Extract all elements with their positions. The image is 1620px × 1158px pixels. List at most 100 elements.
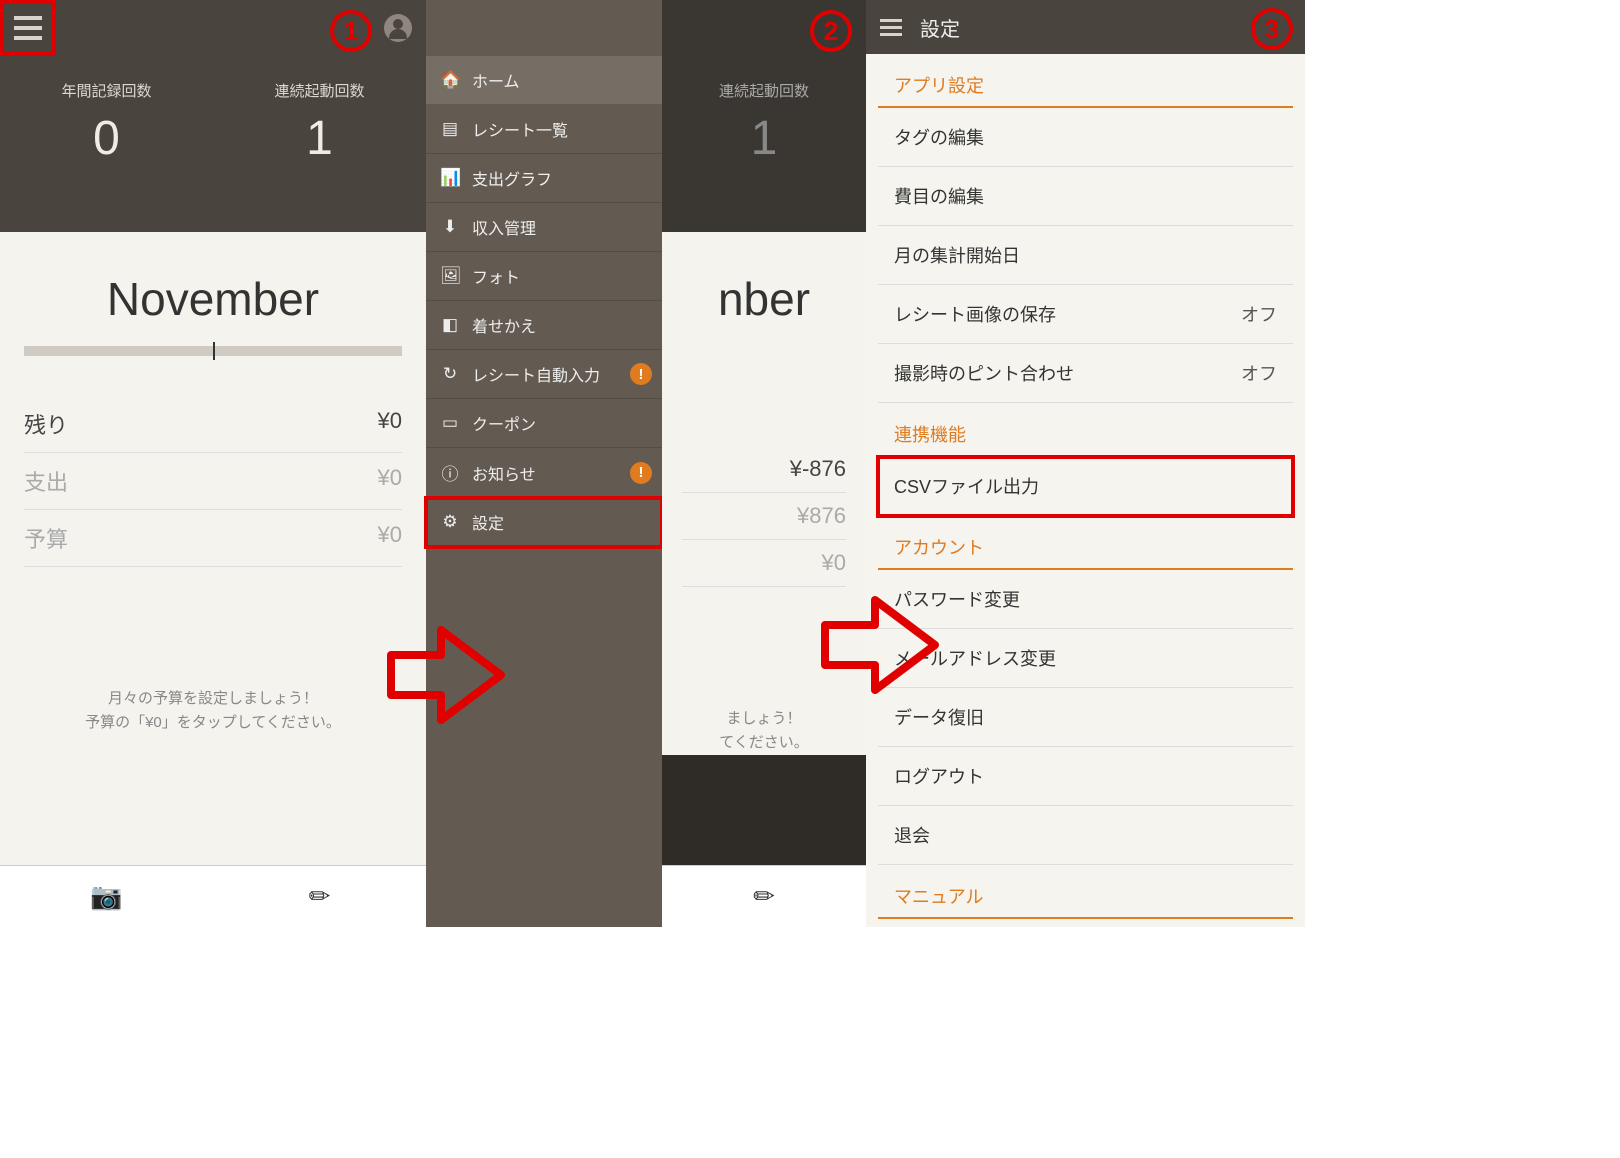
alert-badge: ! — [630, 363, 652, 385]
budget-hint: 月々の予算を設定しましょう！ 予算の「¥0」をタップしてください。 — [24, 687, 402, 735]
stat-yearly-label: 年間記録回数 — [61, 80, 151, 101]
expense-label: 支出 — [24, 465, 68, 497]
setting-row[interactable]: 使い方ガイド — [878, 919, 1293, 927]
back-streak-label: 連続起動回数 — [662, 80, 866, 101]
drawer-item-photo[interactable]: 🖼フォト — [426, 252, 662, 301]
camera-icon: 📷 — [90, 881, 122, 912]
section-header: アカウント — [878, 516, 1293, 570]
auto-input-icon: ↻ — [440, 364, 460, 384]
step-badge-2: 2 — [810, 10, 852, 52]
summary-expense[interactable]: 支出 ¥0 — [24, 453, 402, 510]
setting-row[interactable]: パスワード変更 — [878, 570, 1293, 629]
drawer-item-label: 収入管理 — [472, 215, 536, 239]
hint-line-2: 予算の「¥0」をタップしてください。 — [24, 711, 402, 735]
setting-value: オフ — [1241, 301, 1277, 327]
pencil-icon: ✏ — [309, 881, 331, 912]
drawer-item-settings[interactable]: ⚙設定 — [426, 498, 662, 547]
home-header: 1 年間記録回数 0 連続起動回数 1 — [0, 0, 426, 232]
back-hint-1: ましょう！ — [668, 707, 860, 731]
chart-icon: 📊 — [440, 168, 460, 188]
setting-label: レシート画像の保存 — [894, 301, 1056, 327]
drawer-item-home[interactable]: 🏠 ホーム — [426, 56, 662, 105]
coupon-icon: ▭ — [440, 413, 460, 433]
remaining-value: ¥0 — [378, 408, 402, 440]
setting-label: データ復旧 — [894, 704, 984, 730]
home-body: November 残り ¥0 支出 ¥0 予算 ¥0 月々の予算を設定しましょう… — [0, 232, 426, 865]
setting-row[interactable]: レシート画像の保存 オフ — [878, 285, 1293, 344]
setting-label: 退会 — [894, 822, 930, 848]
annotation-arrow-1 — [386, 620, 506, 730]
back-month-fragment: nber — [662, 272, 866, 326]
menu-button[interactable] — [880, 19, 902, 36]
setting-row[interactable]: 撮影時のピント合わせオフ — [878, 344, 1293, 403]
receipt-list-icon: ▤ — [440, 119, 460, 139]
remaining-label: 残り — [24, 408, 68, 440]
drawer-item-label: ホーム — [472, 68, 520, 92]
drawer-item-auto-input[interactable]: ↻ レシート自動入力! — [426, 350, 662, 399]
step-badge-1: 1 — [330, 10, 372, 52]
drawer-item-label: 設定 — [472, 510, 504, 534]
setting-row[interactable]: CSVファイル出力 — [878, 457, 1293, 516]
setting-row[interactable]: メールアドレス変更 — [878, 629, 1293, 688]
home-icon: 🏠 — [440, 70, 460, 90]
screen-home: 1 年間記録回数 0 連続起動回数 1 November 残り ¥0 支出 — [0, 0, 426, 927]
back-budget: ¥0 — [682, 540, 846, 587]
theme-icon: ◧ — [440, 315, 460, 335]
back-hint-2: てください。 — [668, 731, 860, 755]
nav-drawer: 🏠 ホーム ▤ レシート一覧 📊 支出グラフ ⬇ 収入管理 🖼フォト ◧ 着せかえ ↻ レシート自動入力… — [426, 0, 662, 927]
settings-header: 設定 — [866, 0, 1305, 54]
drawer-item-label: レシート自動入力 — [472, 362, 600, 386]
drawer-item-theme[interactable]: ◧ 着せかえ — [426, 301, 662, 350]
summary-budget[interactable]: 予算 ¥0 — [24, 510, 402, 567]
expense-value: ¥0 — [378, 465, 402, 497]
income-icon: ⬇ — [440, 217, 460, 237]
setting-label: CSVファイル出力 — [894, 473, 1039, 499]
section-header: マニュアル — [878, 865, 1293, 919]
drawer-item-info[interactable]: ⓘお知らせ! — [426, 448, 662, 498]
info-icon: ⓘ — [440, 460, 460, 485]
drawer-item-coupon[interactable]: ▭ クーポン — [426, 399, 662, 448]
drawer-backdrop: 2 連続起動回数 1 nber ¥-876 ¥876 ¥0 ましょう！ てくださ… — [662, 0, 866, 927]
screen-drawer: 🏠 ホーム ▤ レシート一覧 📊 支出グラフ ⬇ 収入管理 🖼フォト ◧ 着せかえ ↻ レシート自動入力… — [426, 0, 866, 927]
user-icon[interactable] — [384, 14, 412, 42]
month-title: November — [24, 272, 402, 326]
settings-title: 設定 — [920, 13, 960, 42]
pencil-icon: ✏ — [753, 881, 775, 912]
alert-badge: ! — [630, 462, 652, 484]
drawer-item-label: フォト — [472, 264, 520, 288]
stat-streak-label: 連続起動回数 — [274, 80, 364, 101]
drawer-item-label: レシート一覧 — [472, 117, 568, 141]
camera-button[interactable]: 📷 — [0, 866, 213, 927]
drawer-item-receipt-list[interactable]: ▤ レシート一覧 — [426, 105, 662, 154]
drawer-item-label: 支出グラフ — [472, 166, 552, 190]
back-hint: ましょう！ てください。 — [662, 707, 866, 755]
edit-button[interactable]: ✏ — [213, 866, 426, 927]
month-slider[interactable] — [24, 346, 402, 356]
setting-row[interactable]: 退会 — [878, 806, 1293, 865]
back-streak-value: 1 — [662, 111, 866, 166]
drawer-item-chart[interactable]: 📊 支出グラフ — [426, 154, 662, 203]
budget-value: ¥0 — [378, 522, 402, 554]
setting-row[interactable]: 月の集計開始日 — [878, 226, 1293, 285]
stat-yearly-value: 0 — [61, 111, 151, 166]
setting-row[interactable]: タグの編集 — [878, 108, 1293, 167]
stat-streak: 連続起動回数 1 — [274, 80, 364, 166]
back-remaining: ¥-876 — [682, 446, 846, 493]
setting-row[interactable]: データ復旧 — [878, 688, 1293, 747]
section-header: アプリ設定 — [878, 54, 1293, 108]
stat-streak-value: 1 — [274, 111, 364, 166]
step-badge-3: 3 — [1251, 8, 1293, 50]
setting-row[interactable]: 費目の編集 — [878, 167, 1293, 226]
drawer-item-income[interactable]: ⬇ 収入管理 — [426, 203, 662, 252]
menu-button[interactable] — [0, 0, 56, 56]
bottom-toolbar: 📷 ✏ — [0, 865, 426, 927]
settings-body: アプリ設定タグの編集費目の編集月の集計開始日レシート画像の保存 オフ撮影時のピント… — [866, 54, 1305, 927]
setting-label: 費目の編集 — [894, 183, 984, 209]
summary-remaining: 残り ¥0 — [24, 396, 402, 453]
back-bottom-bar: ✏ — [662, 865, 866, 927]
setting-label: ログアウト — [894, 763, 984, 789]
drawer-item-label: 着せかえ — [472, 313, 536, 337]
setting-row[interactable]: ログアウト — [878, 747, 1293, 806]
setting-label: 撮影時のピント合わせ — [894, 360, 1074, 386]
drawer-item-label: クーポン — [472, 411, 536, 435]
